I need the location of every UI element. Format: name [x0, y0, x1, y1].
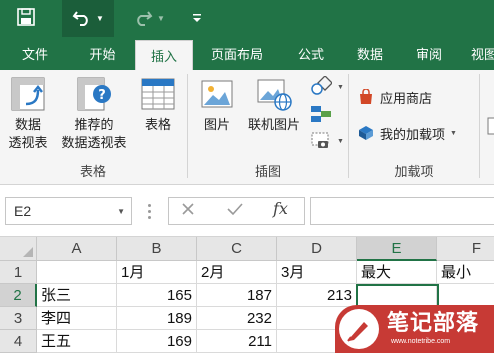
- column-header-e[interactable]: E: [357, 237, 437, 261]
- name-box-dropdown-icon[interactable]: ▼: [117, 199, 125, 225]
- formula-bar-resize-handle[interactable]: [146, 200, 152, 222]
- tab-review[interactable]: 审阅: [399, 37, 459, 70]
- addins-group-label: 加载项: [394, 164, 434, 179]
- cell-a2[interactable]: 张三: [37, 284, 117, 307]
- ribbon-tabs: 文件 开始 插入 页面布局 公式 数据 审阅 视图: [0, 37, 494, 70]
- cell-b1[interactable]: 1月: [117, 261, 197, 284]
- tab-file[interactable]: 文件: [0, 37, 70, 70]
- online-pictures-button[interactable]: 联机图片: [243, 76, 305, 134]
- customize-icon: [192, 11, 202, 26]
- tab-view[interactable]: 视图: [459, 37, 494, 70]
- tab-insert[interactable]: 插入: [135, 40, 193, 70]
- ribbon-insert: 数据 透视表 ? 推荐的 数据透视表 表格 表格 图片 联机图片 ▼ ▼ 插图 …: [0, 70, 494, 185]
- tab-formulas[interactable]: 公式: [281, 37, 341, 70]
- tab-home[interactable]: 开始: [70, 37, 135, 70]
- cell-c1[interactable]: 2月: [197, 261, 277, 284]
- row-header-4[interactable]: 4: [0, 330, 37, 353]
- pivot-table-icon: [2, 76, 54, 116]
- save-button[interactable]: [8, 0, 44, 37]
- cell-b4[interactable]: 169: [117, 330, 197, 353]
- svg-text:?: ?: [98, 88, 106, 103]
- shapes-icon: [310, 75, 333, 99]
- cell-e1[interactable]: 最大: [357, 261, 437, 284]
- illustrations-small-buttons: ▼ ▼: [308, 74, 348, 154]
- tab-page-layout[interactable]: 页面布局: [193, 37, 281, 70]
- cell-b2[interactable]: 165: [117, 284, 197, 307]
- my-addins-dropdown-icon[interactable]: ▼: [450, 130, 457, 137]
- quick-access-toolbar: ▼ ▼: [0, 0, 494, 37]
- cell-f2[interactable]: [437, 284, 494, 307]
- group-divider: [479, 74, 480, 178]
- store-icon: [358, 89, 374, 105]
- row-header-3[interactable]: 3: [0, 307, 37, 330]
- cell-d2[interactable]: 213: [277, 284, 357, 307]
- row-header-2[interactable]: 2: [0, 284, 37, 307]
- pictures-button[interactable]: 图片: [193, 76, 241, 134]
- enter-icon[interactable]: [226, 201, 244, 220]
- recommended-pivot-icon: ?: [56, 76, 132, 116]
- select-all-button[interactable]: [0, 237, 37, 261]
- column-header-d[interactable]: D: [277, 237, 357, 261]
- cancel-icon[interactable]: [180, 201, 196, 220]
- picture-icon: [193, 76, 241, 116]
- my-addins-button[interactable]: 我的加载项 ▼: [358, 122, 457, 144]
- formula-bar: E2 ▼ fx: [0, 185, 494, 237]
- cell-a1[interactable]: [37, 261, 117, 284]
- screenshot-button[interactable]: ▼: [310, 130, 344, 153]
- recommended-pivot-button[interactable]: ? 推荐的 数据透视表: [56, 76, 132, 152]
- next-group-icon[interactable]: [486, 116, 494, 136]
- row-header-1[interactable]: 1: [0, 261, 37, 284]
- undo-dropdown-icon[interactable]: ▼: [96, 14, 104, 23]
- cell-b3[interactable]: 189: [117, 307, 197, 330]
- notetribe-logo-icon: [339, 309, 379, 349]
- table-icon: [134, 76, 182, 116]
- cell-f1[interactable]: 最小: [437, 261, 494, 284]
- cell-c2[interactable]: 187: [197, 284, 277, 307]
- insert-function-icon[interactable]: fx: [273, 199, 288, 218]
- cell-a4[interactable]: 王五: [37, 330, 117, 353]
- smartart-button[interactable]: [310, 104, 332, 127]
- illustrations-group-label: 插图: [254, 164, 281, 179]
- cell-a3[interactable]: 李四: [37, 307, 117, 330]
- watermark-title: 笔记部落: [387, 310, 480, 335]
- customize-toolbar-button[interactable]: [186, 0, 208, 37]
- cell-d1[interactable]: 3月: [277, 261, 357, 284]
- column-header-b[interactable]: B: [117, 237, 197, 261]
- shapes-button[interactable]: ▼: [310, 75, 344, 99]
- tables-group-label: 表格: [79, 164, 106, 179]
- undo-icon: [72, 8, 92, 29]
- save-icon: [17, 8, 35, 29]
- watermark: 笔记部落 www.notetribe.com: [335, 305, 494, 353]
- column-header-a[interactable]: A: [37, 237, 117, 261]
- name-box[interactable]: E2 ▼: [5, 197, 132, 225]
- column-header-c[interactable]: C: [197, 237, 277, 261]
- pivot-table-button[interactable]: 数据 透视表: [2, 76, 54, 152]
- formula-input[interactable]: [310, 197, 494, 225]
- redo-icon: [133, 8, 153, 29]
- store-button[interactable]: 应用商店: [358, 86, 432, 108]
- addins-icon: [358, 125, 374, 141]
- column-header-f[interactable]: F: [437, 237, 494, 261]
- redo-dropdown-icon[interactable]: ▼: [157, 14, 165, 23]
- tab-data[interactable]: 数据: [341, 37, 399, 70]
- cell-c3[interactable]: 232: [197, 307, 277, 330]
- table-button[interactable]: 表格: [134, 76, 182, 134]
- cell-c4[interactable]: 211: [197, 330, 277, 353]
- undo-button[interactable]: ▼: [62, 0, 114, 37]
- watermark-url: www.notetribe.com: [391, 338, 451, 345]
- smartart-icon: [310, 106, 332, 127]
- screenshot-icon: [310, 130, 332, 153]
- online-picture-icon: [243, 76, 305, 116]
- redo-button[interactable]: ▼: [124, 0, 174, 37]
